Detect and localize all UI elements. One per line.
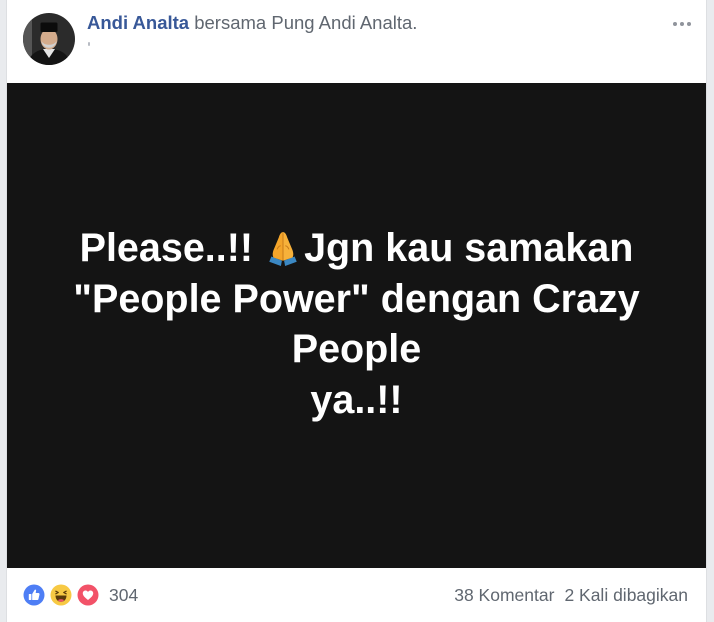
post-card: Andi Analta bersama Pung Andi Analta. Pl… [6,0,707,622]
avatar-image [23,13,75,65]
post-text-line-1: Please..!! Jgn kau samakan [7,223,706,274]
more-dot [673,22,677,26]
post-text-line-1-start: Please..!! [79,226,254,270]
post-text-line-1-end: Jgn kau samakan [304,226,634,270]
with-prefix-text: bersama [194,12,267,33]
haha-reaction-icon[interactable] [49,583,73,607]
comments-count-link[interactable]: 38 Komentar [454,584,554,606]
audience-icon [88,42,90,46]
tagged-name-link[interactable]: Pung Andi Analta. [271,12,417,33]
author-avatar[interactable] [23,13,75,65]
post-stats: 38 Komentar 2 Kali dibagikan [454,584,688,606]
more-dot [680,22,684,26]
post-header-title: Andi Analta bersama Pung Andi Analta. [87,12,417,34]
like-reaction-icon[interactable] [22,583,46,607]
more-dot [687,22,691,26]
post-text-line-4: ya..!! [310,377,403,422]
post-text: Please..!! Jgn kau samakan "People Power… [7,223,706,425]
shares-count-link[interactable]: 2 Kali dibagikan [564,584,688,606]
post-text-line-2: "People Power" dengan Crazy [73,276,640,321]
love-reaction-icon[interactable] [76,583,100,607]
reaction-count[interactable]: 304 [109,584,138,606]
reactions-summary[interactable]: 304 [22,583,138,607]
post-text-line-3: People [291,327,422,371]
praying-hands-icon [264,229,302,267]
more-options-icon[interactable] [670,16,694,32]
author-name-link[interactable]: Andi Analta [87,12,189,33]
post-text-background[interactable]: Please..!! Jgn kau samakan "People Power… [7,83,706,568]
